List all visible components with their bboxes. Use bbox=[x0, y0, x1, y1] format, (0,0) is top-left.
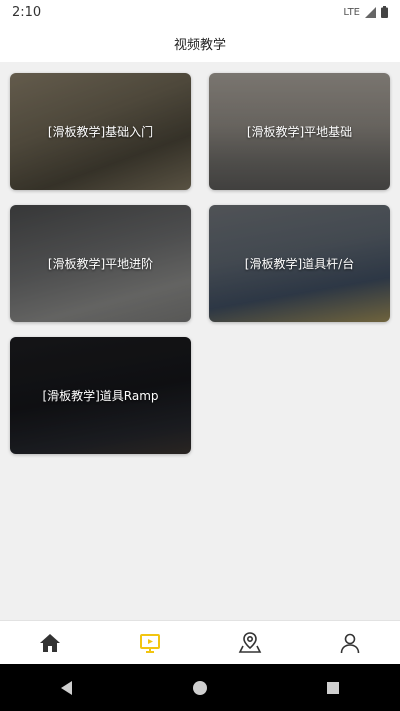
bottom-nav bbox=[0, 620, 400, 664]
profile-icon bbox=[340, 633, 360, 653]
map-location-icon bbox=[238, 631, 262, 653]
nav-home[interactable] bbox=[0, 621, 100, 664]
status-bar: 2:10 LTE bbox=[0, 0, 400, 24]
card-label: [滑板教学]道具杆/台 bbox=[244, 257, 355, 271]
video-card-rail-ledge[interactable]: [滑板教学]道具杆/台 bbox=[209, 205, 390, 322]
app-header: 视频教学 bbox=[0, 24, 400, 62]
video-card-basics[interactable]: [滑板教学]基础入门 bbox=[10, 73, 191, 190]
card-label: [滑板教学]道具Ramp bbox=[42, 389, 159, 403]
recents-icon[interactable] bbox=[324, 679, 342, 697]
home-circle-icon[interactable] bbox=[191, 679, 209, 697]
video-lesson-icon bbox=[140, 633, 160, 653]
card-label: [滑板教学]平地基础 bbox=[246, 125, 353, 139]
back-icon[interactable] bbox=[58, 679, 76, 697]
signal-icon bbox=[365, 6, 376, 18]
nav-profile[interactable] bbox=[300, 621, 400, 664]
card-label: [滑板教学]基础入门 bbox=[47, 125, 154, 139]
video-card-flat-basics[interactable]: [滑板教学]平地基础 bbox=[209, 73, 390, 190]
network-type: LTE bbox=[343, 6, 360, 18]
video-card-ramp[interactable]: [滑板教学]道具Ramp bbox=[10, 337, 191, 454]
status-indicators: LTE bbox=[343, 6, 388, 18]
nav-map[interactable] bbox=[200, 621, 300, 664]
video-grid: [滑板教学]基础入门 [滑板教学]平地基础 [滑板教学]平地进阶 [滑板教学]道… bbox=[0, 62, 400, 620]
video-card-flat-advanced[interactable]: [滑板教学]平地进阶 bbox=[10, 205, 191, 322]
battery-icon bbox=[381, 6, 388, 18]
page-title: 视频教学 bbox=[173, 37, 226, 53]
status-time: 2:10 bbox=[12, 4, 42, 20]
nav-video-lessons[interactable] bbox=[100, 621, 200, 664]
system-nav-bar bbox=[0, 664, 400, 711]
card-label: [滑板教学]平地进阶 bbox=[47, 257, 154, 271]
home-icon bbox=[40, 633, 60, 652]
